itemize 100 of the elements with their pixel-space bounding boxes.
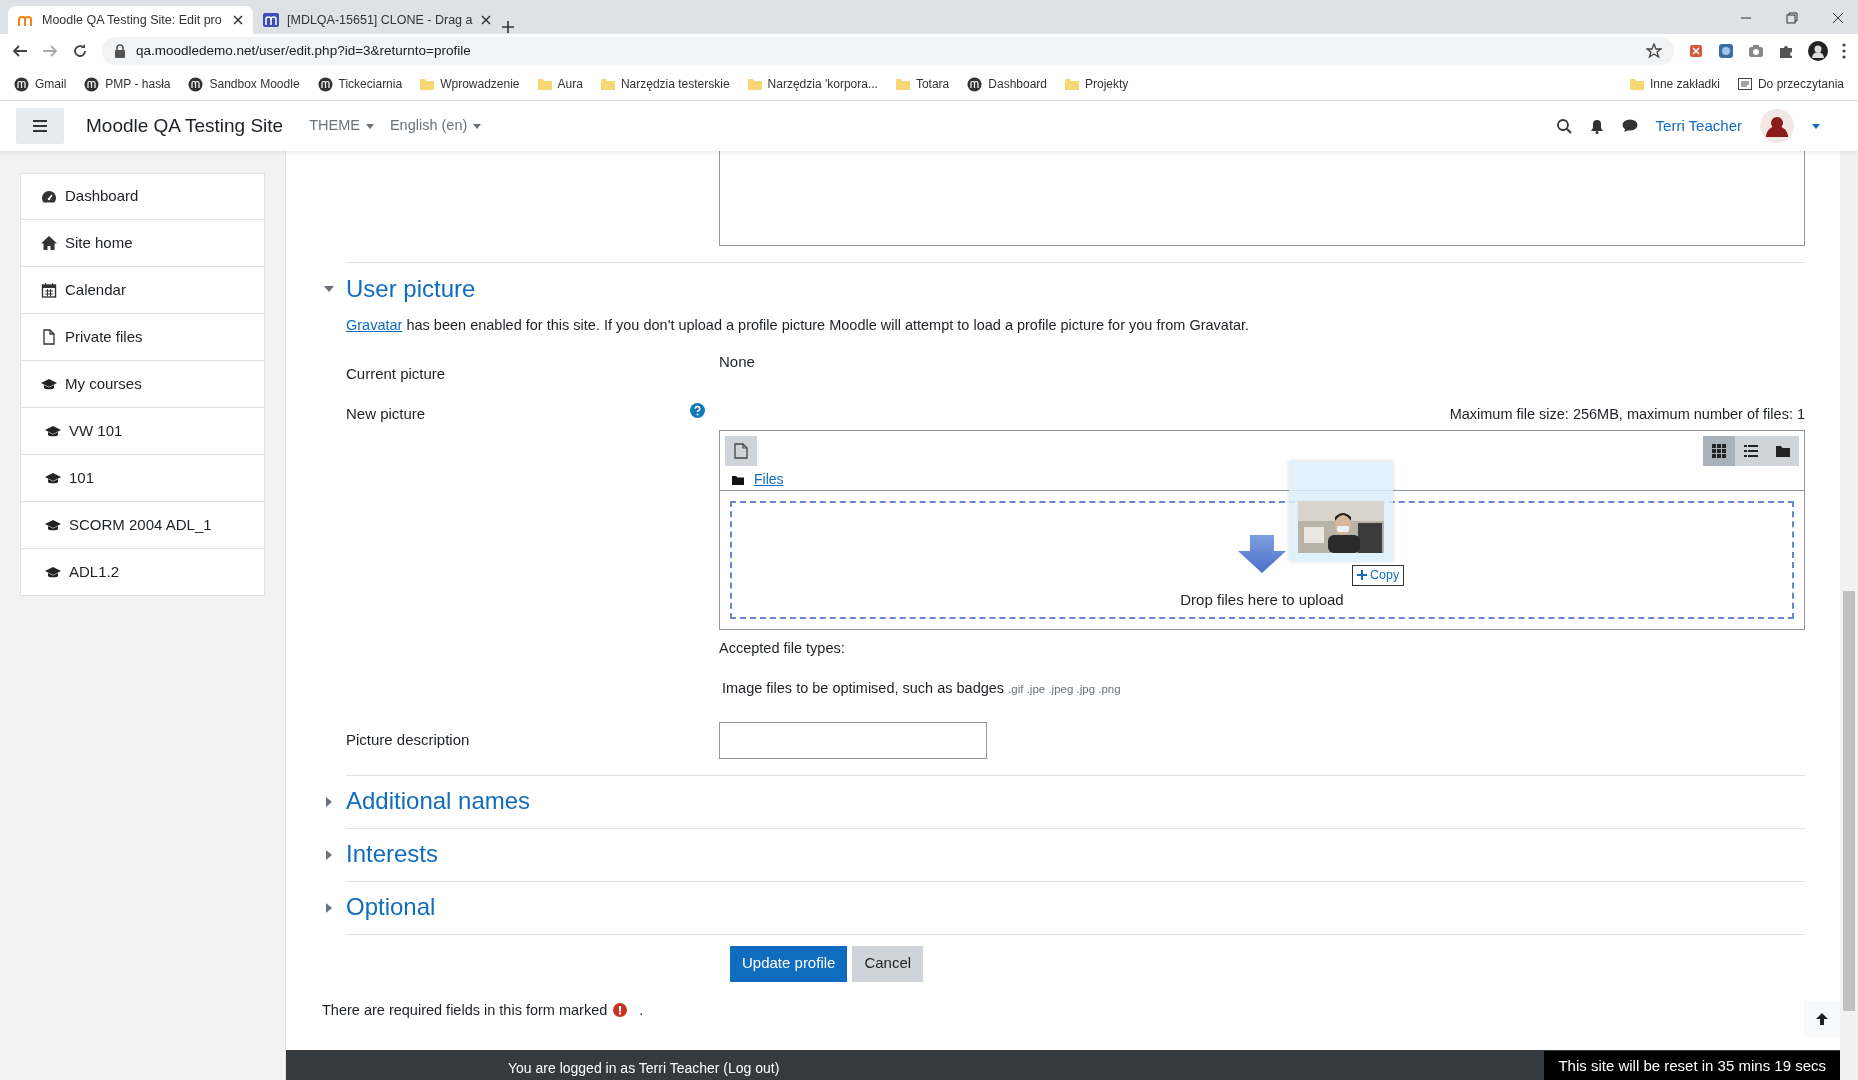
sidebar-item[interactable]: 101	[20, 455, 265, 502]
home-icon	[41, 235, 57, 251]
caret-icon	[1812, 123, 1820, 129]
chat-icon[interactable]	[1621, 119, 1638, 133]
section-heading[interactable]: Optional	[346, 893, 436, 922]
bookmark[interactable]: Aura	[537, 75, 583, 93]
copy-badge: Copy	[1352, 565, 1405, 586]
file-icon	[734, 443, 748, 459]
field-label: New picture	[346, 404, 426, 425]
caret-icon[interactable]	[324, 284, 334, 294]
bookmark[interactable]: Sandbox Moodle	[188, 75, 300, 93]
camera-icon[interactable]	[1748, 43, 1764, 59]
site-favicon-icon	[14, 76, 29, 92]
bookmark[interactable]: Totara	[895, 75, 950, 93]
section-heading[interactable]: User picture	[346, 274, 476, 304]
breadcrumb-link[interactable]: Files	[754, 469, 784, 490]
bookmark[interactable]: Tickeciarnia	[317, 75, 403, 93]
extension-icon[interactable]	[1688, 43, 1704, 59]
search-icon[interactable]	[1556, 118, 1572, 134]
bell-icon[interactable]	[1589, 118, 1604, 134]
bookmark[interactable]: PMP - hasła	[84, 75, 171, 93]
sidebar-item[interactable]: Site home	[20, 220, 265, 267]
browser-tab[interactable]: Moodle QA Testing Site: Edit pro	[8, 6, 253, 34]
scrollbar[interactable]	[1840, 151, 1858, 1080]
sidebar-item[interactable]: VW 101	[20, 408, 265, 455]
close-icon[interactable]	[233, 15, 243, 25]
folder-icon	[1629, 78, 1644, 90]
current-picture-value: None	[719, 352, 755, 370]
view-mode-button[interactable]	[1703, 436, 1735, 466]
drop-zone-text: Drop files here to upload	[1180, 589, 1344, 610]
restore-icon[interactable]	[1786, 12, 1798, 24]
menu-icon[interactable]	[1842, 43, 1846, 59]
bookmark[interactable]: Do przeczytania	[1737, 75, 1844, 93]
browser-tab[interactable]: [MDLQA-15651] CLONE - Drag a	[253, 6, 501, 34]
bookmark[interactable]: Inne zakładki	[1629, 75, 1720, 93]
menu-dropdown[interactable]: English (en)	[389, 115, 482, 137]
user-name-link[interactable]: Terri Teacher	[1655, 114, 1742, 138]
add-file-button[interactable]	[725, 436, 757, 466]
site-favicon-icon	[188, 76, 204, 92]
file-limits-text: Maximum file size: 256MB, maximum number of files: 1	[1449, 406, 1805, 423]
site-name[interactable]: Moodle QA Testing Site	[86, 111, 284, 141]
help-icon[interactable]	[690, 403, 705, 419]
cancel-button[interactable]: Cancel	[852, 945, 924, 982]
sidebar-item[interactable]: ADL1.2	[20, 549, 265, 596]
section-heading[interactable]: Additional names	[346, 787, 531, 816]
required-note: .	[639, 1000, 644, 1020]
graduation-cap-icon	[41, 376, 57, 392]
login-info-text: You are logged in as Terri Teacher (Log out)	[508, 1060, 780, 1076]
profile-avatar-icon[interactable]	[1808, 41, 1828, 61]
section-heading[interactable]: Interests	[346, 840, 439, 869]
dashboard-icon	[41, 188, 57, 205]
folder-icon	[420, 78, 435, 90]
folder-icon	[895, 78, 910, 90]
bookmark[interactable]: Gmail	[14, 75, 67, 93]
plus-icon[interactable]	[500, 20, 515, 34]
up-arrow-icon	[1815, 1012, 1829, 1026]
graduation-cap-icon	[45, 423, 61, 439]
reload-icon[interactable]	[72, 43, 88, 59]
folder-icon	[600, 78, 615, 90]
address-bar[interactable]: qa.moodledemo.net/user/edit.php?id=3&returnto=profile	[102, 37, 1674, 65]
text-area-field[interactable]	[719, 151, 1805, 246]
back-to-top-button[interactable]	[1804, 1001, 1840, 1037]
gravatar-note: Gravatar has been enabled for this site. If you don't upload a profile picture Moodle will attempt to load a profile picture for you from Gravatar.	[346, 316, 1251, 335]
menu-button[interactable]	[16, 108, 64, 144]
bookmark[interactable]: Wprowadzenie	[420, 75, 520, 93]
field-label: Picture description	[346, 729, 470, 750]
bookmark[interactable]: Dashboard	[967, 75, 1047, 93]
folder-icon	[747, 78, 762, 90]
update-button[interactable]: Update profile	[730, 945, 848, 982]
url-text: qa.moodledemo.net/user/edit.php?id=3&returnto=profile	[136, 41, 471, 60]
file-icon	[41, 329, 57, 345]
text-input-field[interactable]	[719, 721, 987, 759]
caret-icon[interactable]	[324, 902, 334, 913]
gravatar-link[interactable]: Gravatar	[346, 317, 403, 333]
bookmark[interactable]: Narzędzia 'korpora...	[747, 75, 878, 93]
user-avatar-icon[interactable]	[1760, 109, 1794, 143]
graduation-cap-icon	[45, 564, 61, 580]
caret-icon[interactable]	[324, 849, 334, 860]
grid-icon	[1712, 444, 1726, 458]
sidebar-item[interactable]: Calendar	[20, 267, 265, 314]
caret-icon	[473, 123, 482, 129]
star-icon[interactable]	[1646, 43, 1662, 59]
folder-icon	[537, 78, 552, 90]
caret-icon[interactable]	[324, 796, 334, 807]
caret-icon	[365, 123, 374, 129]
folder-icon	[1065, 78, 1079, 90]
lock-icon	[114, 44, 126, 58]
sidebar-item[interactable]: Dashboard	[20, 173, 265, 220]
sidebar-item[interactable]: My courses	[20, 361, 265, 408]
sidebar-item[interactable]: Private files	[20, 314, 265, 361]
menu-dropdown[interactable]: THEME	[309, 115, 374, 137]
close-icon[interactable]	[480, 15, 491, 25]
close-icon[interactable]	[1832, 12, 1844, 24]
bookmark[interactable]: Narzędzia testerskie	[600, 75, 730, 93]
graduation-cap-icon	[45, 470, 61, 486]
extension-icon[interactable]	[1718, 43, 1734, 59]
sidebar-item[interactable]: SCORM 2004 ADL_1	[20, 502, 265, 549]
back-icon[interactable]	[12, 43, 28, 59]
puzzle-icon[interactable]	[1778, 43, 1794, 59]
bookmark[interactable]: Projekty	[1065, 75, 1129, 93]
